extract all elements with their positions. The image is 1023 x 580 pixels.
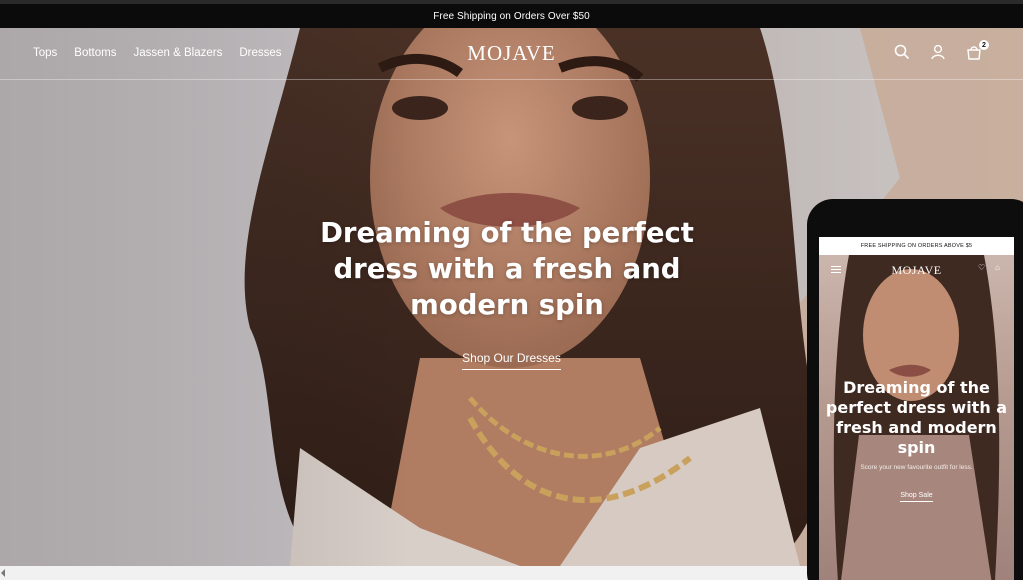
phone-announcement-text: FREE SHIPPING ON ORDERS ABOVE $5 <box>860 243 973 249</box>
header-icons: 2 <box>893 40 989 61</box>
shop-sale-link[interactable]: Shop Sale <box>900 492 933 502</box>
announcement-bar: Free Shipping on Orders Over $50 <box>0 0 1023 28</box>
phone-announcement-bar: FREE SHIPPING ON ORDERS ABOVE $5 <box>819 237 1014 255</box>
brand-logo[interactable]: MOJAVE <box>0 41 1023 66</box>
site-header: Tops Bottoms Jassen & Blazers Dresses MO… <box>0 28 1023 80</box>
shop-dresses-link[interactable]: Shop Our Dresses <box>462 351 561 370</box>
hero-headline: Dreaming of the perfect dress with a fre… <box>320 217 694 321</box>
scroll-left-icon[interactable] <box>1 569 5 577</box>
phone-cart-icon[interactable]: ⌂ <box>995 263 1004 272</box>
heart-icon[interactable]: ♡ <box>978 263 987 272</box>
phone-hero-subtext: Score your new favourite outfit for less… <box>860 464 973 471</box>
cart-count-badge: 2 <box>979 40 989 50</box>
phone-mockup: FREE SHIPPING ON ORDERS ABOVE $5 MOJAVE … <box>807 199 1023 580</box>
phone-screen: FREE SHIPPING ON ORDERS ABOVE $5 MOJAVE … <box>819 237 1014 580</box>
phone-hero-headline: Dreaming of the perfect dress with a fre… <box>825 378 1008 457</box>
announcement-text: Free Shipping on Orders Over $50 <box>433 10 590 22</box>
account-icon[interactable] <box>929 43 947 61</box>
phone-hero: MOJAVE ♡ ⌂ Dreaming of the perfect dress… <box>819 255 1014 580</box>
cart-icon[interactable]: 2 <box>965 40 989 61</box>
phone-header-icons: ♡ ⌂ <box>978 263 1004 272</box>
search-icon[interactable] <box>893 43 911 61</box>
phone-cta-wrap: Shop Sale <box>819 484 1014 502</box>
horizontal-scrollbar[interactable] <box>0 566 808 580</box>
